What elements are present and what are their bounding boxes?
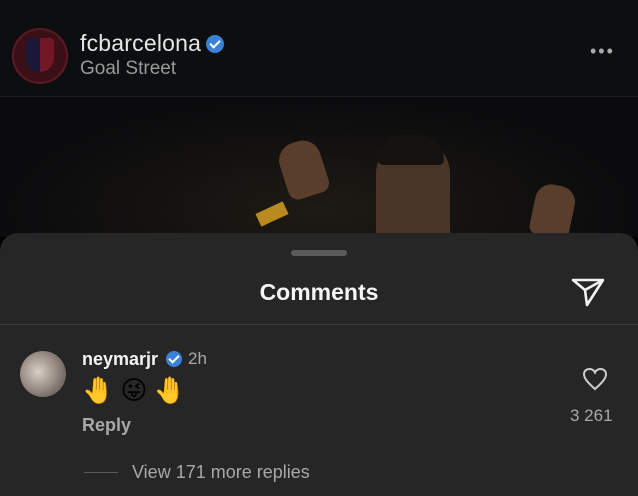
reply-button[interactable]: Reply [82,415,131,436]
club-crest-icon [26,38,54,72]
comments-title: Comments [259,279,379,305]
comment-username[interactable]: neymarjr [82,349,158,370]
verified-badge-icon [206,35,224,53]
image-wristband [255,201,289,227]
commenter-avatar[interactable] [20,351,66,397]
verified-badge-icon [166,351,182,367]
replies-line [84,472,118,473]
view-more-replies-button[interactable]: View 171 more replies [132,462,310,483]
heart-icon[interactable] [582,367,608,391]
image-hand-right [528,181,578,237]
comments-sheet: Comments neymarjr 2h 🤚😜🤚 Reply 3 261 Vie… [0,233,638,496]
image-player-hair [378,135,444,165]
post-header: fcbarcelona Goal Street ••• [0,0,638,97]
account-avatar[interactable] [12,28,68,84]
comment-time: 2h [188,349,207,368]
post-image[interactable] [0,97,638,237]
post-location[interactable]: Goal Street [80,58,176,80]
like-count: 3 261 [570,406,613,425]
send-icon[interactable] [570,276,606,308]
sheet-drag-handle[interactable] [291,250,347,256]
comment-text: 🤚😜🤚 [82,375,192,405]
divider [0,324,638,325]
more-options-icon[interactable]: ••• [590,41,615,62]
account-name[interactable]: fcbarcelona [80,30,201,57]
image-hand-left [274,135,332,203]
